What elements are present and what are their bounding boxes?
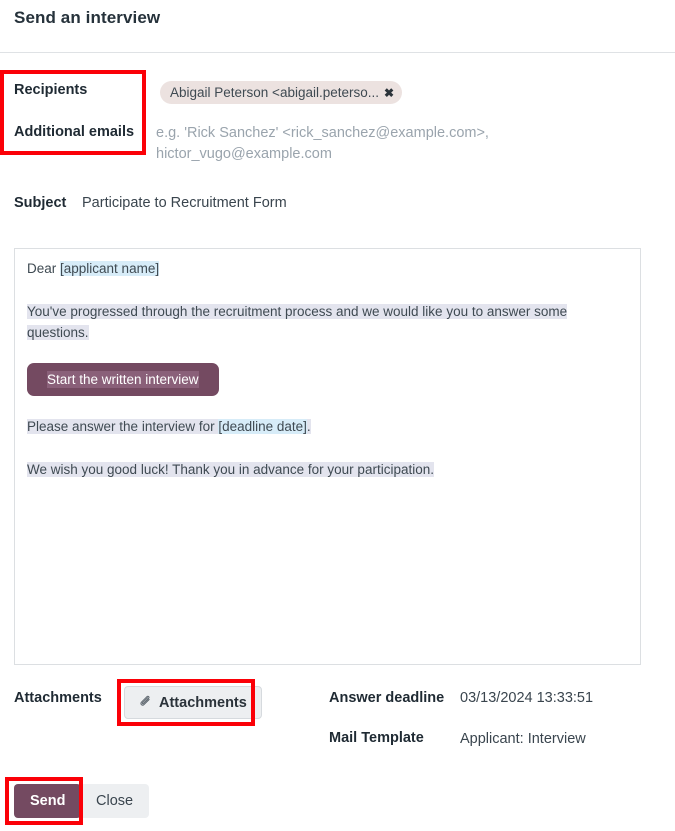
body-deadline: Please answer the interview for [deadlin… — [27, 416, 628, 437]
body-intro-text: You've progressed through the recruitmen… — [27, 304, 568, 340]
body-closing-text: We wish you good luck! Thank you in adva… — [27, 462, 434, 477]
email-body-editor[interactable]: Dear [applicant name] You've progressed … — [14, 248, 641, 665]
page-title: Send an interview — [14, 8, 161, 27]
subject-label: Subject — [14, 195, 67, 211]
additional-emails-placeholder-line1: e.g. 'Rick Sanchez' <rick_sanchez@exampl… — [156, 125, 489, 141]
paperclip-icon — [139, 695, 152, 711]
body-deadline-prefix: Please answer the interview for — [27, 419, 219, 434]
mail-template-value: Applicant: Interview — [460, 731, 586, 747]
start-written-interview-label: Start the written interview — [47, 371, 199, 388]
body-intro: You've progressed through the recruitmen… — [27, 301, 628, 343]
mail-template-label: Mail Template — [329, 730, 424, 746]
cta-wrapper: Start the written interview — [27, 363, 628, 396]
body-deadline-suffix: . — [306, 419, 311, 434]
additional-emails-label: Additional emails — [14, 124, 135, 140]
start-written-interview-button[interactable]: Start the written interview — [27, 363, 219, 396]
attachments-button[interactable]: Attachments — [124, 686, 262, 719]
close-button[interactable]: Close — [80, 784, 150, 818]
send-button[interactable]: Send — [14, 784, 82, 818]
attachments-button-label: Attachments — [159, 694, 247, 711]
answer-deadline-label: Answer deadline — [329, 690, 445, 706]
body-greeting-prefix: Dear — [27, 261, 61, 276]
deadline-date-token: [deadline date] — [218, 419, 307, 434]
subject-input[interactable]: Participate to Recruitment Form — [82, 195, 287, 211]
applicant-name-token: [applicant name] — [60, 261, 160, 276]
body-greeting: Dear [applicant name] — [27, 258, 628, 279]
attachments-label: Attachments — [14, 690, 102, 706]
recipient-chip-label: Abigail Peterson <abigail.peterso... — [170, 85, 380, 100]
additional-emails-input[interactable]: e.g. 'Rick Sanchez' <rick_sanchez@exampl… — [156, 123, 556, 165]
mail-template-value-wrapper[interactable]: Applicant: Interview — [460, 730, 675, 752]
recipients-label: Recipients — [14, 82, 88, 98]
answer-deadline-value[interactable]: 03/13/2024 13:33:51 — [460, 690, 593, 706]
additional-emails-placeholder-line2: hictor_vugo@example.com — [156, 146, 332, 162]
recipient-chip[interactable]: Abigail Peterson <abigail.peterso... ✖ — [160, 81, 403, 104]
body-closing: We wish you good luck! Thank you in adva… — [27, 459, 628, 480]
header-divider — [0, 52, 675, 53]
close-icon[interactable]: ✖ — [384, 87, 394, 99]
